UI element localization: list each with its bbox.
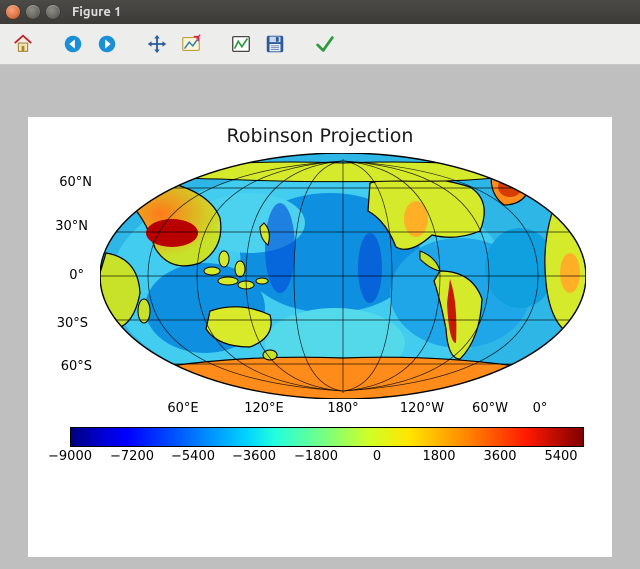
pan-button[interactable]: [142, 29, 172, 59]
plot-title: Robinson Projection: [28, 125, 612, 147]
cb-tick-n1800: −1800: [294, 449, 338, 464]
window-minimize-button[interactable]: [26, 5, 40, 19]
lat-tick-60n: 60°N: [59, 175, 92, 190]
cb-tick-n7200: −7200: [110, 449, 154, 464]
cb-tick-n9000: −9000: [48, 449, 92, 464]
colorbar: [70, 427, 584, 447]
lat-tick-30n: 30°N: [55, 219, 88, 234]
figure-window: Figure 1: [0, 0, 640, 569]
home-icon: [12, 33, 34, 55]
home-button[interactable]: [8, 29, 38, 59]
lat-tick-30s: 30°S: [57, 316, 88, 331]
floppy-save-icon: [264, 33, 286, 55]
lat-tick-60s: 60°S: [61, 359, 92, 374]
lat-tick-0: 0°: [69, 268, 84, 283]
cb-tick-0: 0: [373, 449, 381, 464]
axes: Robinson Projection 60°N 30°N 0° 30°S 60…: [28, 117, 612, 557]
window-title: Figure 1: [72, 5, 121, 19]
figure-canvas[interactable]: Robinson Projection 60°N 30°N 0° 30°S 60…: [0, 65, 640, 569]
forward-button[interactable]: [92, 29, 122, 59]
lon-tick-180: 180°: [327, 401, 358, 416]
move-icon: [146, 33, 168, 55]
lon-tick-0: 0°: [533, 401, 548, 416]
window-close-button[interactable]: [6, 5, 20, 19]
cb-tick-1800: 1800: [422, 449, 455, 464]
back-arrow-icon: [62, 33, 84, 55]
map-svg: [100, 153, 586, 399]
check-icon: [314, 33, 336, 55]
subplots-icon: [230, 33, 252, 55]
zoom-button[interactable]: [176, 29, 206, 59]
cb-tick-n3600: −3600: [232, 449, 276, 464]
lon-tick-120e: 120°E: [244, 401, 284, 416]
lon-tick-60w: 60°W: [472, 401, 508, 416]
forward-arrow-icon: [96, 33, 118, 55]
lon-tick-60e: 60°E: [167, 401, 198, 416]
cb-tick-3600: 3600: [483, 449, 516, 464]
cb-tick-n5400: −5400: [171, 449, 215, 464]
colorbar-gradient: [71, 428, 583, 446]
configure-subplots-button[interactable]: [226, 29, 256, 59]
window-maximize-button[interactable]: [46, 5, 60, 19]
edit-params-button[interactable]: [310, 29, 340, 59]
titlebar[interactable]: Figure 1: [0, 0, 640, 24]
zoom-rect-icon: [180, 33, 202, 55]
cb-tick-5400: 5400: [544, 449, 577, 464]
save-button[interactable]: [260, 29, 290, 59]
map-robinson: [100, 153, 586, 399]
back-button[interactable]: [58, 29, 88, 59]
matplotlib-toolbar: [0, 24, 640, 65]
lon-tick-120w: 120°W: [400, 401, 444, 416]
